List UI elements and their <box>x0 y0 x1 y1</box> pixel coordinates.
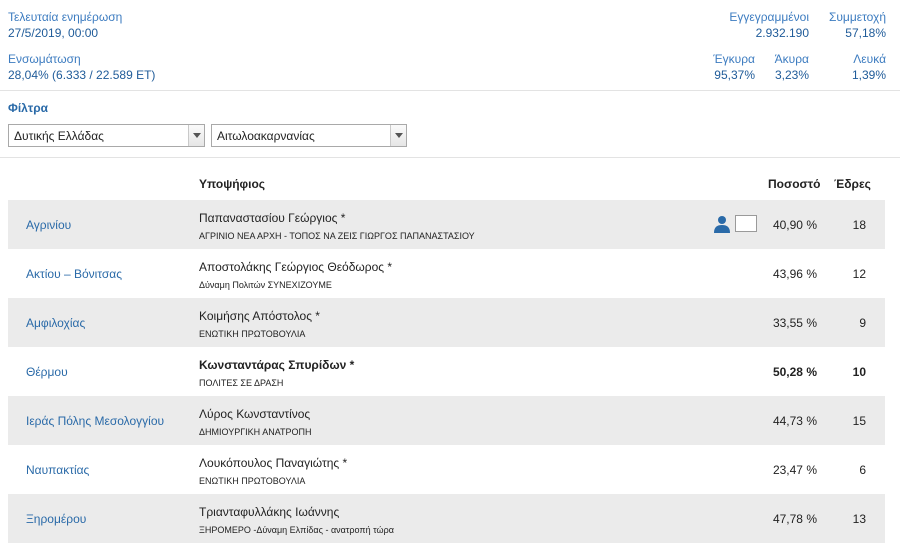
integration-value: 28,04% (6.333 / 22.589 ΕΤ) <box>8 68 156 82</box>
percent-value: 50,28 % <box>772 365 817 379</box>
party-name: ΠΟΛΙΤΕΣ ΣΕ ΔΡΑΣΗ <box>199 378 284 388</box>
chevron-down-icon[interactable] <box>188 125 204 146</box>
municipality-link[interactable]: Ακτίου – Βόνιτσας <box>26 267 122 281</box>
header-divider <box>0 90 900 91</box>
seats-value: 13 <box>852 512 866 526</box>
chevron-down-icon[interactable] <box>390 125 406 146</box>
last-update-value: 27/5/2019, 00:00 <box>8 26 99 40</box>
percent-value: 33,55 % <box>772 316 817 330</box>
candidate-name: Αποστολάκης Γεώργιος Θεόδωρος * <box>199 260 393 274</box>
percent-value: 44,73 % <box>772 414 817 428</box>
person-icon[interactable] <box>713 215 731 233</box>
seats-value: 9 <box>859 316 866 330</box>
region-select[interactable]: Δυτικής Ελλάδας <box>8 124 205 147</box>
column-header-candidate: Υποψήφιος <box>199 177 266 191</box>
blank-value: 1,39% <box>851 68 886 82</box>
invalid-label: Άκυρα <box>774 52 809 66</box>
invalid-value: 3,23% <box>774 68 809 82</box>
filters-title: Φίλτρα <box>8 101 49 115</box>
turnout-label: Συμμετοχή <box>828 10 886 24</box>
update-info: Τελευταία ενημέρωση 27/5/2019, 00:00 Ενσ… <box>8 10 308 83</box>
candidate-name: Κωνσταντάρας Σπυρίδων * <box>199 358 355 372</box>
integration-label: Ενσωμάτωση <box>8 52 81 66</box>
percent-value: 43,96 % <box>772 267 817 281</box>
valid-value: 95,37% <box>714 68 755 82</box>
registered-stat: Εγγεγραμμένοι 2.932.190 <box>729 10 809 41</box>
municipality-link[interactable]: Ναυπακτίας <box>26 463 89 477</box>
filters-divider <box>0 157 900 158</box>
unit-select[interactable]: Αιτωλοακαρνανίας <box>211 124 407 147</box>
table-row[interactable]: Αγρινίου Παπαναστασίου Γεώργιος * ΑΓΡΙΝΙ… <box>8 200 885 249</box>
turnout-value: 57,18% <box>845 26 886 40</box>
municipality-link[interactable]: Θέρμου <box>26 365 68 379</box>
table-row[interactable]: Ναυπακτίας Λουκόπουλος Παναγιώτης * ΕΝΩΤ… <box>8 445 885 494</box>
blank-label: Λευκά <box>853 52 886 66</box>
candidate-name: Τριανταφυλλάκης Ιωάννης <box>199 505 340 519</box>
seats-value: 12 <box>852 267 866 281</box>
seats-value: 18 <box>852 218 866 232</box>
percent-value: 40,90 % <box>772 218 817 232</box>
municipality-link[interactable]: Αγρινίου <box>26 218 71 232</box>
blank-stat: Λευκά 1,39% <box>852 52 886 83</box>
candidate-name: Κοιμήσης Απόστολος * <box>199 309 320 323</box>
percent-value: 47,78 % <box>772 512 817 526</box>
party-name: ΞΗΡΟΜΕΡΟ -Δύναμη Ελπίδας - ανατροπή τώρα <box>199 525 394 535</box>
table-row[interactable]: Ακτίου – Βόνιτσας Αποστολάκης Γεώργιος Θ… <box>8 249 885 298</box>
candidate-name: Παπαναστασίου Γεώργιος * <box>199 211 346 225</box>
municipality-link[interactable]: Αμφιλοχίας <box>26 316 85 330</box>
turnout-stat: Συμμετοχή 57,18% <box>829 10 886 41</box>
party-name: ΔΗΜΙΟΥΡΓΙΚΗ ΑΝΑΤΡΟΠΗ <box>199 427 312 437</box>
table-row[interactable]: Θέρμου Κωνσταντάρας Σπυρίδων * ΠΟΛΙΤΕΣ Σ… <box>8 347 885 396</box>
municipality-link[interactable]: Ξηρομέρου <box>26 512 86 526</box>
party-name: Δύναμη Πολιτών ΣΥΝΕΧΙΖΟΥΜΕ <box>199 280 332 290</box>
valid-label: Έγκυρα <box>713 52 755 66</box>
candidate-name: Λύρος Κωνσταντίνος <box>199 407 311 421</box>
registered-value: 2.932.190 <box>755 26 809 40</box>
table-row[interactable]: Ξηρομέρου Τριανταφυλλάκης Ιωάννης ΞΗΡΟΜΕ… <box>8 494 885 543</box>
seats-value: 15 <box>852 414 866 428</box>
candidate-name: Λουκόπουλος Παναγιώτης * <box>199 456 348 470</box>
seats-value: 6 <box>859 463 866 477</box>
last-update-label: Τελευταία ενημέρωση <box>8 10 123 24</box>
seats-value: 10 <box>852 365 866 379</box>
party-name: ΕΝΩΤΙΚΗ ΠΡΩΤΟΒΟΥΛΙΑ <box>199 476 306 486</box>
percent-value: 23,47 % <box>772 463 817 477</box>
municipality-link[interactable]: Ιεράς Πόλης Μεσολογγίου <box>26 414 164 428</box>
region-select-value: Δυτικής Ελλάδας <box>14 129 104 143</box>
unit-select-value: Αιτωλοακαρνανίας <box>217 129 315 143</box>
party-name: ΕΝΩΤΙΚΗ ΠΡΩΤΟΒΟΥΛΙΑ <box>199 329 306 339</box>
valid-stat: Έγκυρα 95,37% <box>713 52 755 83</box>
invalid-stat: Άκυρα 3,23% <box>775 52 809 83</box>
column-header-percent: Ποσοστό <box>768 177 821 191</box>
image-placeholder-icon[interactable] <box>735 215 757 232</box>
registered-label: Εγγεγραμμένοι <box>729 10 809 24</box>
column-header-seats: Έδρες <box>834 177 871 191</box>
table-row[interactable]: Ιεράς Πόλης Μεσολογγίου Λύρος Κωνσταντίν… <box>8 396 885 445</box>
party-name: ΑΓΡΙΝΙΟ ΝΕΑ ΑΡΧΗ - ΤΟΠΟΣ ΝΑ ΖΕΙΣ ΓΙΩΡΓΟΣ… <box>199 231 475 241</box>
table-row[interactable]: Αμφιλοχίας Κοιμήσης Απόστολος * ΕΝΩΤΙΚΗ … <box>8 298 885 347</box>
